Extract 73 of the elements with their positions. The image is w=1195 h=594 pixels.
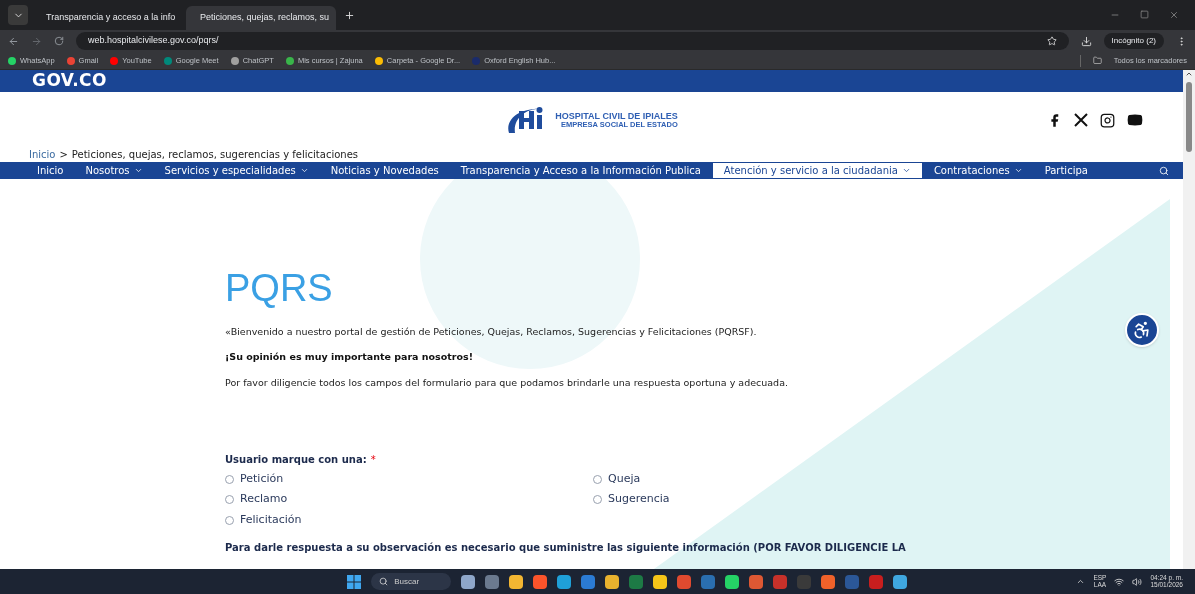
gov-logo[interactable]: GOV.CO	[32, 70, 107, 94]
nav-item[interactable]: Servicios y especialidades	[153, 162, 320, 179]
breadcrumb-separator: >	[59, 148, 68, 162]
radio-option[interactable]: Reclamo	[225, 491, 593, 508]
tab-search-button[interactable]	[8, 5, 28, 25]
profile-button[interactable]: Incógnito (2)	[1103, 33, 1164, 49]
close-icon[interactable]	[1169, 10, 1179, 20]
radio-option[interactable]: Felicitación	[225, 511, 593, 529]
new-tab-icon[interactable]	[344, 9, 355, 21]
taskbar-app-icon[interactable]	[461, 574, 476, 589]
start-icon[interactable]	[347, 574, 362, 589]
nav-item[interactable]: Atención y servicio a la ciudadania	[711, 162, 923, 179]
browser-tab[interactable]: Transparencia y acceso a la info	[32, 6, 182, 30]
search-icon[interactable]	[1159, 165, 1169, 176]
taskbar-app-icon[interactable]	[893, 574, 908, 589]
nav-item[interactable]: Participa	[1033, 162, 1099, 179]
scrollbar-thumb[interactable]	[1186, 82, 1192, 152]
taskbar-app-icon[interactable]	[749, 574, 764, 589]
radio-label: Petición	[240, 470, 284, 487]
taskbar-app-icon[interactable]	[533, 574, 548, 589]
required-mark: *	[370, 452, 376, 467]
back-icon[interactable]	[8, 35, 19, 47]
radio-option[interactable]: Queja	[593, 470, 793, 488]
breadcrumb-link[interactable]: Inicio	[29, 147, 56, 162]
notice-text: Para darle respuesta a su observación es necesario que suministre las siguiente información (POR FAVOR DILIGENCIE LA	[225, 541, 906, 556]
taskbar-app-icon[interactable]	[557, 574, 572, 589]
x-logo-icon[interactable]	[1074, 113, 1088, 127]
hospital-name: HOSPITAL CIVIL DE IPIALES	[555, 111, 678, 121]
wifi-icon[interactable]	[1114, 576, 1125, 587]
tray-overflow-icon[interactable]	[1076, 577, 1086, 586]
form-label: Usuario marque con una:	[225, 452, 367, 467]
search-icon	[379, 577, 389, 586]
browser-tab[interactable]: Peticiones, quejas, reclamos, su	[186, 6, 336, 30]
taskbar-app-icon[interactable]	[821, 574, 836, 589]
intro-text: «Bienvenido a nuestro portal de gestión de Peticiones, Quejas, Reclamos, Sugerencias y Felicitaciones (PQRSF).	[225, 325, 757, 339]
download-icon[interactable]	[1080, 35, 1092, 47]
address-field[interactable]: web.hospitalcivilese.gov.co/pqrs/	[76, 32, 1069, 50]
tab-title: Transparencia y acceso a la info	[46, 11, 176, 25]
maximize-icon[interactable]	[1140, 10, 1149, 19]
taskbar-app-icon[interactable]	[653, 574, 668, 589]
folder-icon	[1092, 56, 1102, 65]
nav-item[interactable]: Nosotros	[74, 162, 154, 179]
taskbar-app-icon[interactable]	[605, 574, 620, 589]
radio-label: Reclamo	[240, 491, 288, 508]
radio-label: Sugerencia	[608, 491, 670, 508]
tab-title: Peticiones, quejas, reclamos, su	[200, 11, 330, 25]
volume-icon[interactable]	[1132, 576, 1143, 587]
accessibility-icon	[1132, 320, 1152, 340]
radio-label: Queja	[608, 470, 641, 487]
scroll-up-icon[interactable]	[1185, 70, 1193, 78]
page-title: PQRS	[225, 269, 333, 307]
taskbar-search-field[interactable]: Buscar	[371, 573, 452, 590]
bookmark-star-icon[interactable]	[1046, 36, 1057, 46]
nav-item[interactable]: Transparencia y Acceso a la Información Publica	[449, 162, 712, 179]
breadcrumb-current: Peticiones, quejas, reclamos, sugerencias y felicitaciones	[71, 148, 358, 162]
scrollbar[interactable]	[1183, 70, 1195, 569]
taskbar-app-icon[interactable]	[725, 574, 740, 589]
radio-button[interactable]	[593, 474, 602, 484]
nav-item[interactable]: Inicio	[26, 162, 75, 179]
nav-item[interactable]: Noticias y Novedades	[319, 162, 450, 179]
radio-button[interactable]	[593, 495, 602, 504]
taskbar-app-icon[interactable]	[509, 574, 524, 589]
nav-item[interactable]: Contrataciones	[922, 162, 1034, 179]
radio-button[interactable]	[225, 474, 234, 484]
radio-label: Felicitación	[240, 511, 302, 528]
reload-icon[interactable]	[54, 36, 64, 46]
instruction-text: Por favor diligencie todos los campos del formulario para que podamos brindarle una respuesta oportuna y adecuada.	[225, 375, 788, 390]
highlight-text: ¡Su opinión es muy importante para nosotros!	[225, 350, 473, 365]
instagram-icon[interactable]	[1100, 112, 1115, 128]
radio-button[interactable]	[225, 515, 234, 525]
radio-button[interactable]	[225, 495, 234, 504]
radio-option[interactable]: Sugerencia	[593, 491, 793, 508]
radio-option[interactable]: Petición	[225, 470, 593, 488]
